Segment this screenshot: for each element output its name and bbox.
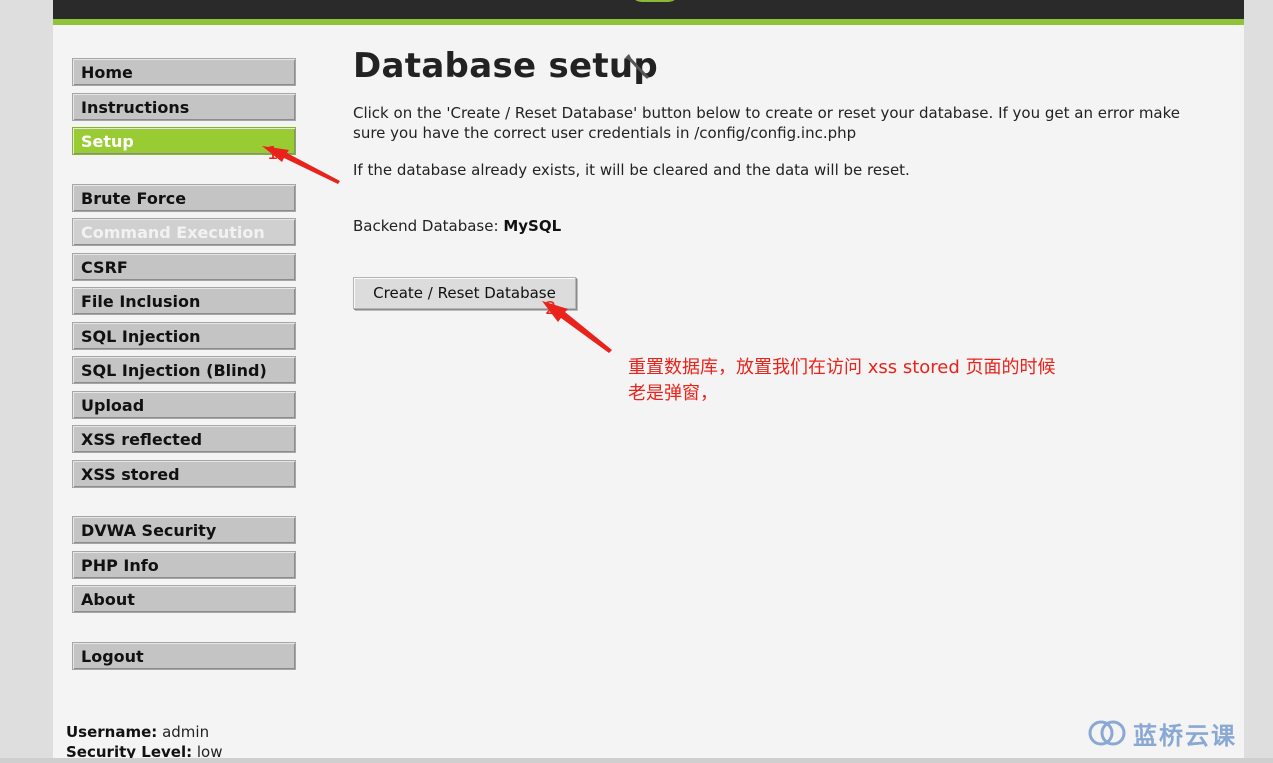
header-bar <box>53 0 1244 19</box>
intro-paragraph: Click on the 'Create / Reset Database' b… <box>353 104 1180 142</box>
bottom-strip <box>0 758 1273 763</box>
username-label: Username: <box>66 723 158 741</box>
username-row: Username: admin <box>66 722 223 742</box>
annotation-note-line2: 老是弹窗， <box>628 383 718 404</box>
menu-item-file-inclusion[interactable]: File Inclusion <box>72 287 296 315</box>
menu-item-sql-injection-blind[interactable]: SQL Injection (Blind) <box>72 356 296 384</box>
menu-item-upload[interactable]: Upload <box>72 391 296 419</box>
wrench-icon <box>625 54 649 79</box>
lanqiao-logo-icon <box>1088 720 1126 746</box>
reset-warning-paragraph: If the database already exists, it will … <box>353 161 910 179</box>
session-info: Username: admin Security Level: low <box>66 722 223 762</box>
annotation-marker-2: 2 <box>545 298 557 319</box>
menu-item-xss-reflected[interactable]: XSS reflected <box>72 425 296 453</box>
backend-database-info: Backend Database: MySQL <box>353 217 561 235</box>
watermark-text: 蓝桥云课 <box>1133 721 1237 750</box>
annotation-note: 重置数据库，放置我们在访问 xss stored 页面的时候 老是弹窗， <box>628 355 1128 407</box>
create-reset-database-button[interactable]: Create / Reset Database <box>353 277 576 309</box>
username-value: admin <box>162 723 210 741</box>
menu-item-php-info[interactable]: PHP Info <box>72 551 296 579</box>
watermark: 蓝桥云课 <box>1087 716 1267 750</box>
backend-database-value: MySQL <box>503 217 562 235</box>
page-title: Database setup <box>353 46 659 86</box>
menu-item-about[interactable]: About <box>72 585 296 613</box>
menu-item-setup[interactable]: Setup <box>72 127 296 155</box>
menu-item-sql-injection[interactable]: SQL Injection <box>72 322 296 350</box>
menu-item-csrf[interactable]: CSRF <box>72 253 296 281</box>
menu-item-home[interactable]: Home <box>72 58 296 86</box>
menu-item-command-execution[interactable]: Command Execution <box>72 218 296 246</box>
menu-item-instructions[interactable]: Instructions <box>72 93 296 121</box>
backend-database-label: Backend Database: <box>353 217 499 235</box>
menu-item-xss-stored[interactable]: XSS stored <box>72 460 296 488</box>
annotation-marker-1: 1 <box>267 143 279 164</box>
header-accent-bar <box>53 19 1244 25</box>
annotation-note-line1: 重置数据库，放置我们在访问 xss stored 页面的时候 <box>628 357 1056 378</box>
menu-item-logout[interactable]: Logout <box>72 642 296 670</box>
menu-item-dvwa-security[interactable]: DVWA Security <box>72 516 296 544</box>
menu-item-brute-force[interactable]: Brute Force <box>72 184 296 212</box>
